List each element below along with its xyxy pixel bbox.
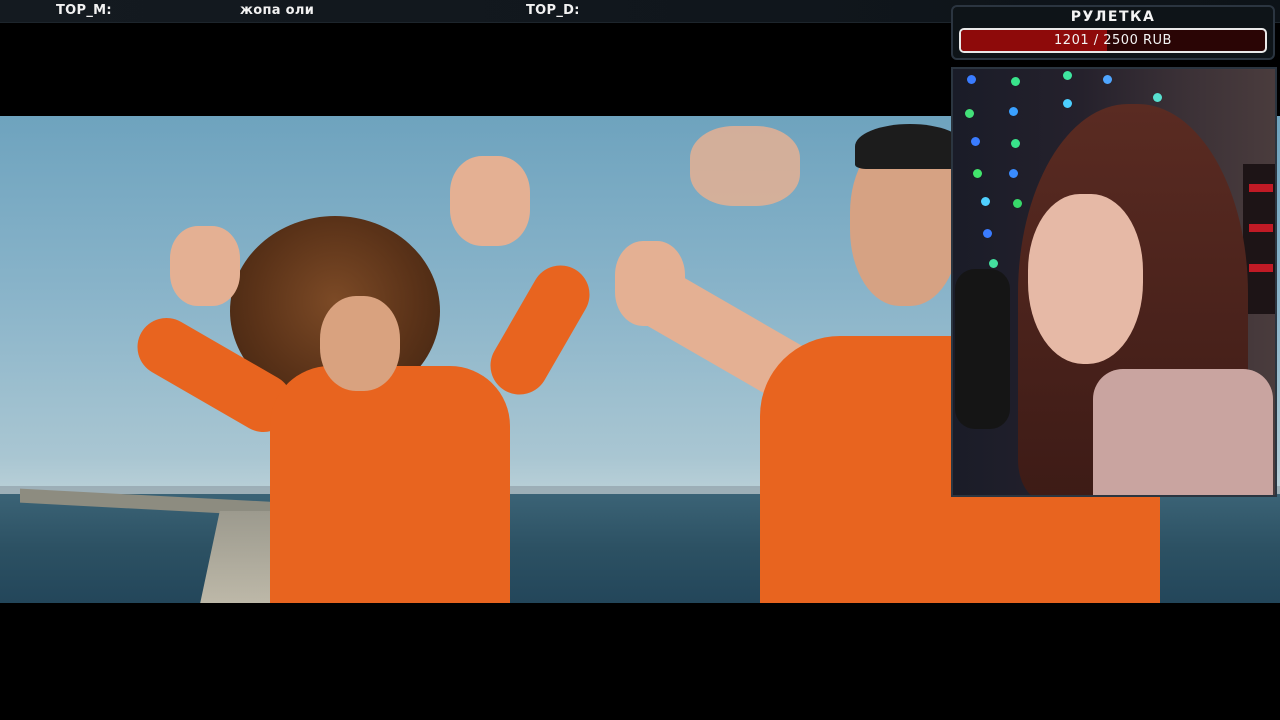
top-m-value: жопа оли: [240, 3, 315, 18]
dancer-left-arm-right: [479, 254, 601, 406]
webcam-overlay: [951, 67, 1277, 497]
top-d-label: TOP_D:: [526, 3, 580, 18]
streamer-shirt: [1093, 369, 1273, 495]
dancer-left-face: [320, 296, 400, 391]
dancer-right-hand-top: [690, 126, 800, 206]
dancer-right-cap: [855, 124, 965, 169]
streamer-face: [1028, 194, 1143, 364]
roulette-amount: 1201 / 2500 RUB: [1054, 33, 1172, 48]
dancer-left-shirt: [270, 366, 510, 603]
top-m-label: TOP_M:: [56, 3, 112, 18]
roulette-progress-bar: 1201 / 2500 RUB: [959, 28, 1267, 53]
dancer-left-hand-right: [450, 156, 530, 246]
roulette-title: РУЛЕТКА: [1070, 9, 1156, 25]
microphone: [955, 269, 1010, 429]
dancer-left-hand-left: [170, 226, 240, 306]
roulette-widget: РУЛЕТКА 1201 / 2500 RUB: [951, 5, 1275, 60]
background-sign: [1243, 164, 1275, 314]
